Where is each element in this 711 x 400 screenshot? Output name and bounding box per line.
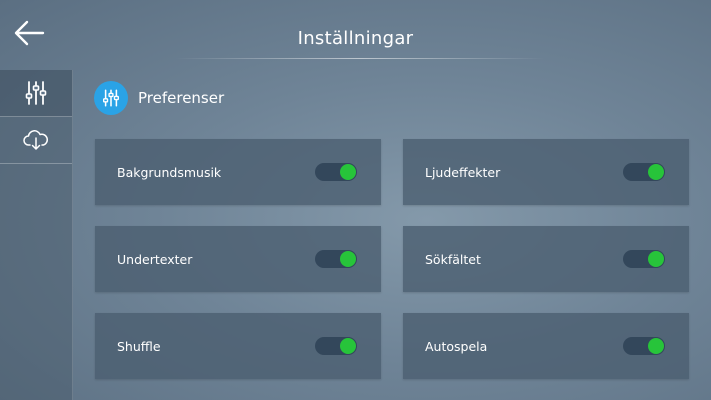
setting-card-shuffle: Shuffle (95, 313, 381, 379)
setting-label: Autospela (425, 338, 488, 354)
toggle-knob (648, 164, 664, 180)
setting-label: Ljudeffekter (425, 164, 501, 180)
toggle-knob (340, 164, 356, 180)
toggle-knob (648, 251, 664, 267)
setting-card-subtitles: Undertexter (95, 226, 381, 292)
sidebar-item-preferences[interactable] (0, 70, 72, 117)
section-header: Preferenser (94, 80, 224, 116)
setting-card-sound-effects: Ljudeffekter (403, 139, 689, 205)
sidebar-item-cloud[interactable] (0, 117, 72, 164)
setting-label: Bakgrundsmusik (117, 164, 222, 180)
toggle-knob (648, 338, 664, 354)
setting-card-search-field: Sökfältet (403, 226, 689, 292)
toggle-knob (340, 338, 356, 354)
setting-card-background-music: Bakgrundsmusik (95, 139, 381, 205)
setting-label: Undertexter (117, 251, 193, 267)
cloud-download-icon (23, 130, 48, 150)
setting-label: Sökfältet (425, 251, 481, 267)
subtitles-toggle[interactable] (315, 250, 357, 268)
background-music-toggle[interactable] (315, 163, 357, 181)
top-bar: Inställningar (0, 0, 711, 78)
section-title: Preferenser (138, 89, 225, 107)
search-field-toggle[interactable] (623, 250, 665, 268)
section-icon-badge (94, 81, 128, 115)
autoplay-toggle[interactable] (623, 337, 665, 355)
sidebar (0, 70, 73, 400)
shuffle-toggle[interactable] (315, 337, 357, 355)
title-divider (175, 58, 545, 59)
sound-effects-toggle[interactable] (623, 163, 665, 181)
setting-label: Shuffle (117, 338, 161, 354)
sliders-icon (25, 81, 47, 105)
sliders-icon (103, 89, 119, 107)
page-title: Inställningar (297, 28, 414, 49)
toggle-knob (340, 251, 356, 267)
setting-card-autoplay: Autospela (403, 313, 689, 379)
